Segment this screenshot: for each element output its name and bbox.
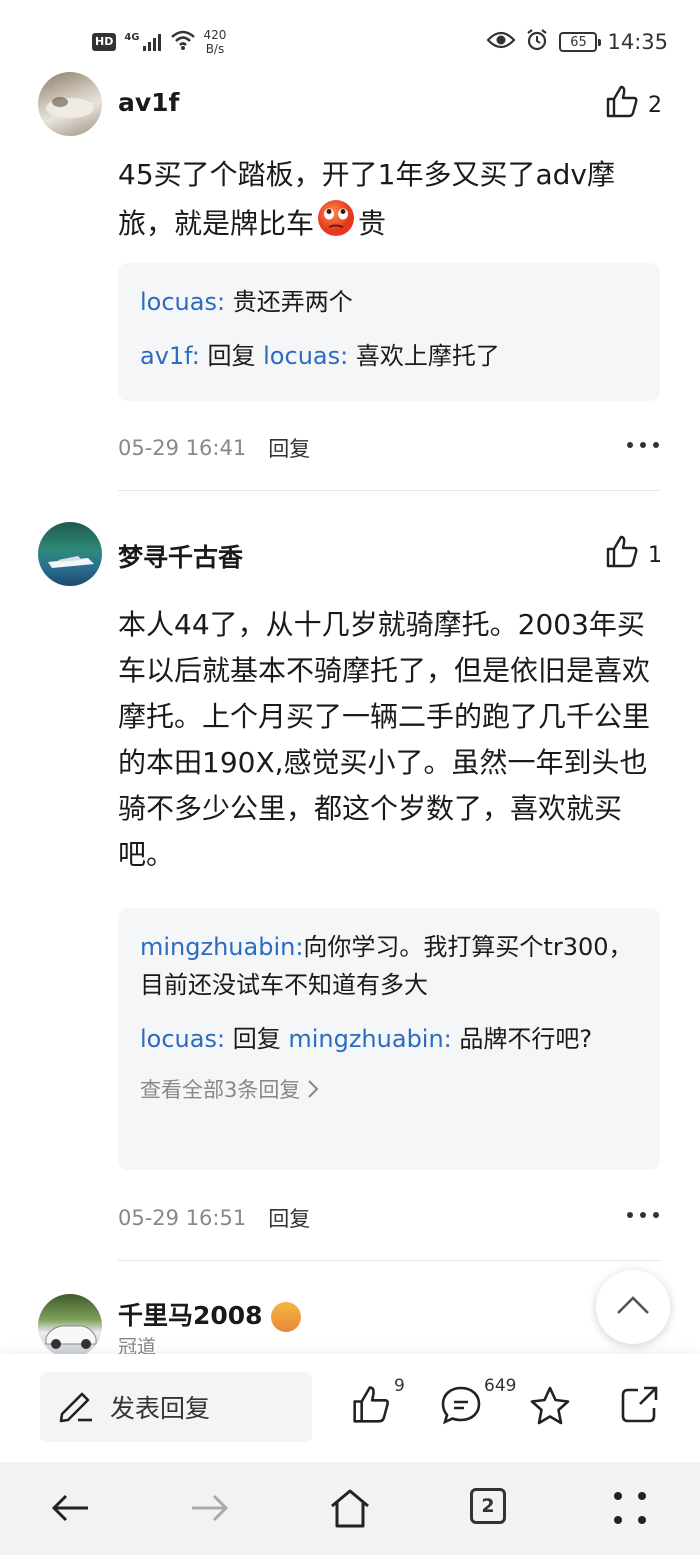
rolling-eyes-emoji-icon — [316, 198, 356, 252]
reply-target[interactable]: locuas: — [263, 342, 348, 370]
timestamp: 05-29 16:41 — [118, 436, 247, 460]
signal-icon: 4G — [124, 32, 161, 52]
reply-placeholder: 发表回复 — [110, 1394, 211, 1423]
status-left: HD 4G 420 B/s — [92, 28, 226, 56]
eye-icon — [486, 30, 516, 54]
reply-text: 贵还弄两个 — [232, 288, 353, 316]
reply-text: 喜欢上摩托了 — [355, 342, 500, 370]
reply-username[interactable]: locuas: — [140, 288, 225, 316]
more-icon[interactable] — [626, 1207, 660, 1220]
reply-line[interactable]: locuas: 贵还弄两个 — [140, 283, 638, 321]
divider — [118, 1260, 660, 1261]
username[interactable]: 千里马2008 — [118, 1296, 301, 1332]
tabs-button[interactable]: 2 — [470, 1488, 506, 1524]
username[interactable]: av1f — [118, 88, 179, 117]
level-badge-icon — [270, 1302, 301, 1332]
reply-username[interactable]: mingzhuabin: — [140, 933, 303, 961]
reply-target[interactable]: mingzhuabin: — [288, 1025, 451, 1053]
reply-text: 品牌不行吧? — [459, 1025, 593, 1053]
reply-word: 回复 — [232, 1025, 281, 1053]
thumbs-up-icon — [604, 534, 640, 576]
username[interactable]: 梦寻千古香 — [118, 538, 243, 574]
pencil-icon — [56, 1384, 96, 1430]
arrow-right-icon — [188, 1494, 232, 1534]
star-icon — [528, 1386, 572, 1432]
browser-nav-bar: 2 — [0, 1462, 700, 1555]
thumbs-up-icon — [604, 84, 640, 126]
reply-box: locuas: 贵还弄两个 av1f: 回复 locuas: 喜欢上摩托了 — [118, 263, 660, 401]
menu-button[interactable] — [610, 1486, 650, 1534]
reply-line[interactable]: mingzhuabin:向你学习。我打算买个tr300，目前还没试车不知道有多大 — [140, 928, 638, 1004]
timestamp: 05-29 16:51 — [118, 1206, 247, 1230]
thumbs-up-icon — [350, 1386, 392, 1430]
forward-button[interactable] — [188, 1486, 232, 1534]
comment-text: 45买了个踏板，开了1年多又买了adv摩旅，就是牌比车 贵 — [118, 152, 666, 252]
comment-bubble-icon — [440, 1386, 482, 1430]
comment-text: 本人44了，从十几岁就骑摩托。2003年买车以后就基本不骑摩托了，但是依旧是喜欢… — [118, 608, 651, 871]
divider — [118, 490, 660, 491]
reply-word: 回复 — [207, 342, 256, 370]
net-speed: 420 B/s — [204, 28, 227, 56]
battery-icon: 65 — [559, 32, 602, 52]
avatar[interactable] — [38, 1294, 102, 1358]
wifi-icon — [170, 29, 196, 55]
arrow-left-icon — [48, 1494, 92, 1534]
view-all-label: 查看全部3条回复 — [140, 1078, 301, 1102]
reply-button[interactable]: 回复 — [268, 1203, 310, 1233]
reply-line[interactable]: locuas: 回复 mingzhuabin: 品牌不行吧? — [140, 1020, 638, 1058]
reply-button[interactable]: 回复 — [268, 433, 310, 463]
comment-meta: 05-29 16:51 回复 — [118, 1203, 310, 1233]
action-bar: 发表回复 9 649 — [0, 1354, 700, 1462]
home-button[interactable] — [328, 1486, 372, 1534]
like-post-button[interactable]: 9 — [350, 1376, 405, 1430]
avatar[interactable] — [38, 522, 102, 586]
share-button[interactable] — [618, 1384, 660, 1430]
menu-dots-icon — [610, 1492, 650, 1534]
comments-button[interactable]: 649 — [440, 1376, 516, 1430]
net-speed-value: 420 — [203, 28, 227, 42]
like-count: 1 — [648, 542, 662, 568]
reply-line[interactable]: av1f: 回复 locuas: 喜欢上摩托了 — [140, 337, 638, 375]
home-icon — [328, 1489, 372, 1534]
like-count: 2 — [648, 92, 662, 118]
comment-text-part: 贵 — [358, 207, 387, 240]
reply-input[interactable]: 发表回复 — [40, 1372, 312, 1442]
tab-count: 2 — [470, 1488, 506, 1524]
favorite-button[interactable] — [528, 1384, 572, 1432]
like-button[interactable]: 2 — [604, 84, 662, 126]
scroll-to-top-button[interactable] — [596, 1270, 670, 1344]
status-bar: HD 4G 420 B/s 65 14:35 — [0, 0, 700, 80]
avatar[interactable] — [38, 72, 102, 136]
reply-username[interactable]: locuas: — [140, 1025, 225, 1053]
more-icon[interactable] — [626, 437, 660, 450]
like-count: 9 — [394, 1376, 405, 1396]
view-all-replies-link[interactable]: 查看全部3条回复 — [140, 1074, 638, 1104]
back-button[interactable] — [48, 1486, 92, 1534]
username-text: 千里马2008 — [118, 1301, 263, 1330]
net-speed-unit: B/s — [205, 42, 225, 56]
share-icon — [618, 1386, 660, 1430]
reply-box: mingzhuabin:向你学习。我打算买个tr300，目前还没试车不知道有多大… — [118, 908, 660, 1170]
hd-badge: HD — [92, 33, 117, 51]
status-right: 65 14:35 — [486, 28, 668, 56]
clock: 14:35 — [607, 30, 668, 54]
chevron-up-icon — [615, 1294, 651, 1320]
reply-username[interactable]: av1f: — [140, 342, 200, 370]
like-button[interactable]: 1 — [604, 534, 662, 576]
chevron-right-icon — [307, 1079, 319, 1104]
network-type: 4G — [124, 32, 140, 43]
comment-meta: 05-29 16:41 回复 — [118, 433, 310, 463]
alarm-icon — [525, 28, 549, 56]
comment-count: 649 — [484, 1376, 517, 1396]
